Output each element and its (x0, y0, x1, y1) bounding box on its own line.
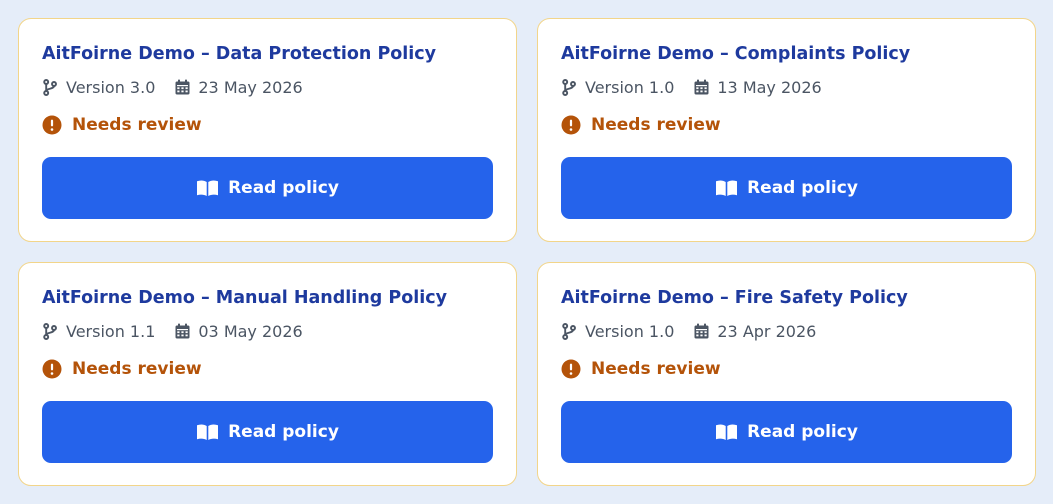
open-book-icon (196, 423, 219, 441)
read-policy-label: Read policy (228, 422, 339, 442)
policy-version: Version 1.0 (585, 321, 675, 341)
policy-date: 03 May 2026 (198, 321, 303, 341)
status-label: Needs review (72, 359, 202, 379)
open-book-icon (715, 423, 738, 441)
policy-meta: Version 1.0 23 Apr 2026 (561, 320, 1012, 342)
status-badge: Needs review (42, 358, 493, 380)
read-policy-button[interactable]: Read policy (42, 157, 493, 219)
status-badge: Needs review (42, 114, 493, 136)
policy-title: AitFoirne Demo – Data Protection Policy (42, 44, 437, 64)
exclamation-circle-icon (42, 359, 62, 379)
exclamation-circle-icon (42, 115, 62, 135)
policy-date: 23 May 2026 (198, 77, 303, 97)
status-label: Needs review (591, 115, 721, 135)
policy-version: Version 1.0 (585, 77, 675, 97)
git-branch-icon (561, 322, 577, 340)
git-branch-icon (42, 322, 58, 340)
status-label: Needs review (591, 359, 721, 379)
git-branch-icon (42, 78, 58, 96)
status-badge: Needs review (561, 114, 1012, 136)
status-badge: Needs review (561, 358, 1012, 380)
calendar-icon (174, 322, 190, 340)
policy-title: AitFoirne Demo – Complaints Policy (561, 44, 911, 64)
calendar-icon (174, 78, 190, 96)
policy-meta: Version 1.1 03 May 2026 (42, 320, 493, 342)
policy-date: 23 Apr 2026 (717, 321, 817, 341)
policy-title: AitFoirne Demo – Fire Safety Policy (561, 288, 908, 308)
policy-version: Version 3.0 (66, 77, 156, 97)
read-policy-label: Read policy (228, 178, 339, 198)
read-policy-label: Read policy (747, 422, 858, 442)
read-policy-button[interactable]: Read policy (561, 401, 1012, 463)
read-policy-button[interactable]: Read policy (42, 401, 493, 463)
policy-version: Version 1.1 (66, 321, 156, 341)
exclamation-circle-icon (561, 115, 581, 135)
read-policy-button[interactable]: Read policy (561, 157, 1012, 219)
open-book-icon (196, 179, 219, 197)
policy-meta: Version 1.0 13 May 2026 (561, 76, 1012, 98)
read-policy-label: Read policy (747, 178, 858, 198)
exclamation-circle-icon (561, 359, 581, 379)
git-branch-icon (561, 78, 577, 96)
open-book-icon (715, 179, 738, 197)
policy-meta: Version 3.0 23 May 2026 (42, 76, 493, 98)
calendar-icon (693, 322, 709, 340)
policy-card: AitFoirne Demo – Complaints Policy Versi… (537, 18, 1036, 242)
status-label: Needs review (72, 115, 202, 135)
policy-title: AitFoirne Demo – Manual Handling Policy (42, 288, 447, 308)
policy-card: AitFoirne Demo – Data Protection Policy … (18, 18, 517, 242)
policy-card: AitFoirne Demo – Fire Safety Policy Vers… (537, 262, 1036, 486)
policy-date: 13 May 2026 (717, 77, 822, 97)
calendar-icon (693, 78, 709, 96)
policy-card-grid: AitFoirne Demo – Data Protection Policy … (18, 18, 1036, 486)
policy-card: AitFoirne Demo – Manual Handling Policy … (18, 262, 517, 486)
